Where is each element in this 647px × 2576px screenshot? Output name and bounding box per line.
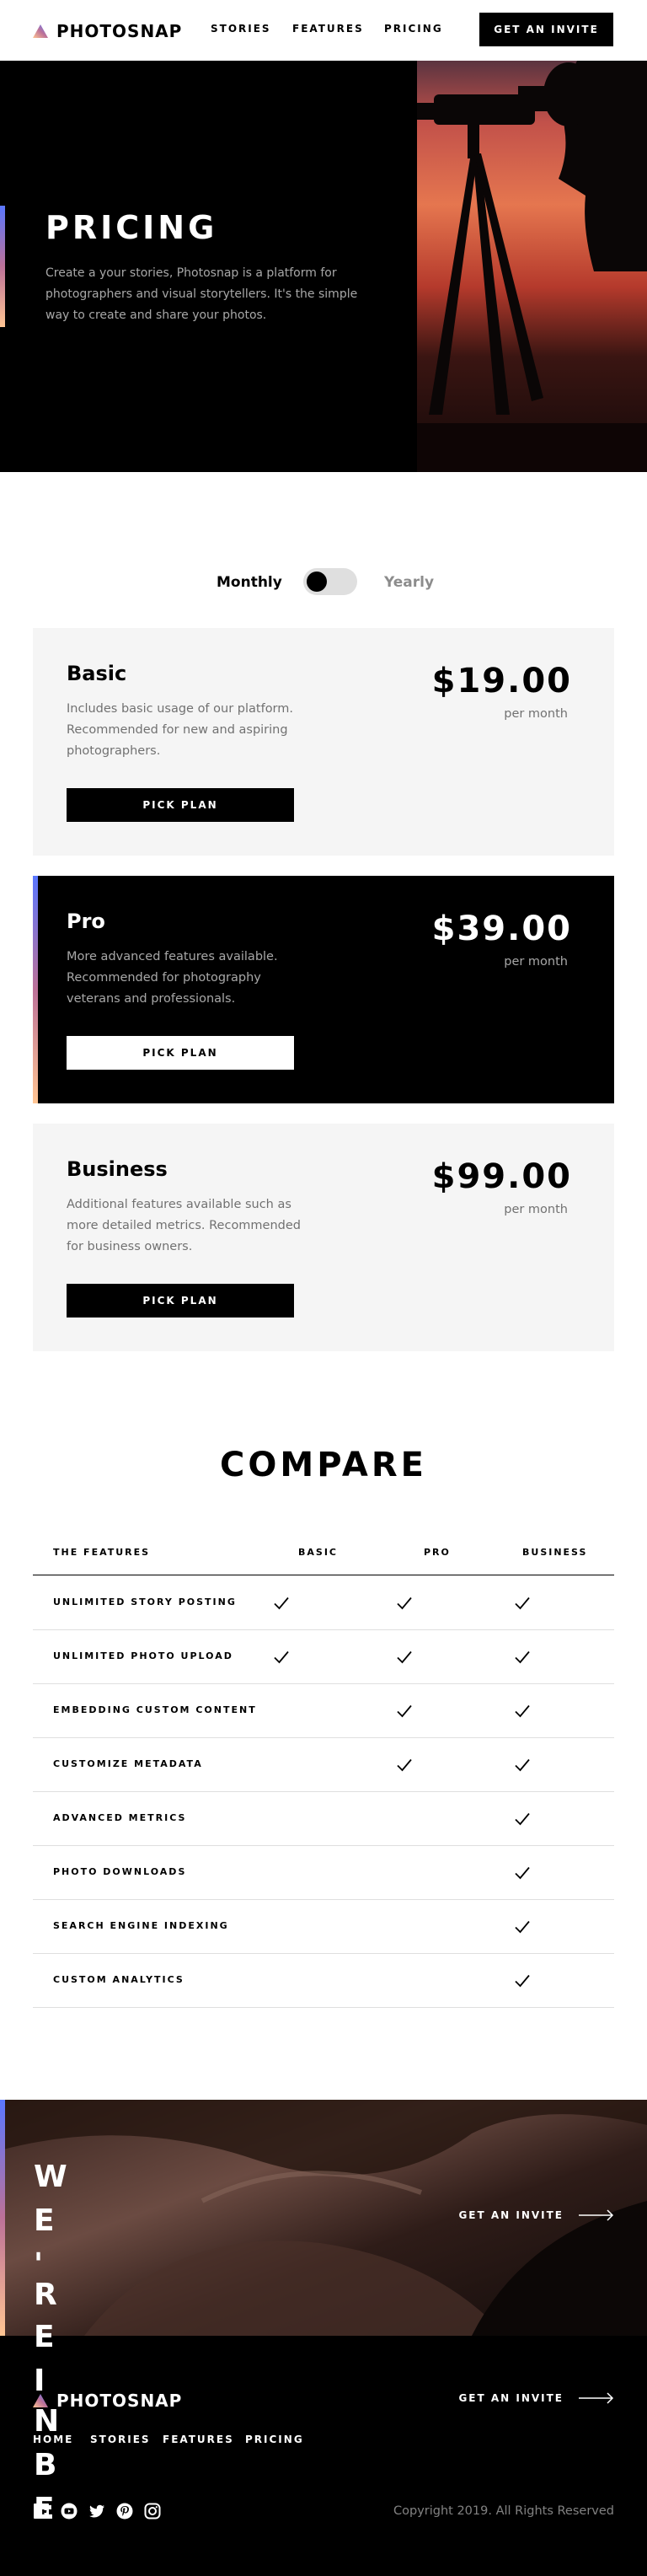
billing-monthly-label[interactable]: Monthly	[217, 574, 282, 591]
footer-get-invite-link[interactable]: GET AN INVITE	[458, 2392, 614, 2404]
hero-description: Create a your stories, Photosnap is a pl…	[45, 266, 358, 322]
beta-heading-letter: I	[34, 2364, 45, 2398]
plan-period: per month	[504, 1203, 568, 1216]
brand-name: PHOTOSNAP	[56, 21, 183, 41]
beta-heading-letter: E	[34, 2492, 55, 2526]
check-icon	[271, 1593, 291, 1613]
footer-link-pricing[interactable]: PRICING	[245, 2434, 304, 2445]
feature-name: EMBEDDING CUSTOM CONTENT	[53, 1704, 257, 1715]
beta-heading-letter: '	[34, 2247, 44, 2282]
plan-description: Additional features available such as mo…	[67, 1198, 301, 1253]
column-header-pro: PRO	[424, 1547, 451, 1558]
nav-link-features[interactable]: FEATURES	[292, 23, 364, 35]
column-header-features: THE FEATURES	[53, 1547, 151, 1558]
check-icon	[394, 1647, 414, 1667]
footer-get-invite-label: GET AN INVITE	[458, 2392, 564, 2404]
youtube-icon[interactable]	[61, 2503, 78, 2520]
plan-name: Basic	[67, 662, 127, 685]
feature-name: CUSTOM ANALYTICS	[53, 1974, 184, 1985]
compare-title: COMPARE	[220, 1446, 427, 1484]
plan-price: $19.00	[431, 662, 572, 700]
site-footer: PHOTOSNAP HOME STORIES FEATURES PRICING …	[0, 2336, 647, 2576]
plan-price: $99.00	[431, 1157, 572, 1196]
compare-table-header: THE FEATURES BASIC PRO BUSINESS	[33, 1537, 614, 1575]
table-row: UNLIMITED STORY POSTING	[33, 1576, 614, 1630]
page-title: PRICING	[45, 209, 218, 246]
billing-toggle-switch[interactable]	[303, 568, 357, 595]
arrow-right-icon	[579, 2392, 614, 2404]
table-row: UNLIMITED PHOTO UPLOAD	[33, 1630, 614, 1684]
beta-get-invite-link[interactable]: GET AN INVITE	[458, 2209, 614, 2221]
beta-banner: GET AN INVITE	[0, 2100, 647, 2336]
table-row: EMBEDDING CUSTOM CONTENT	[33, 1684, 614, 1738]
table-row: PHOTO DOWNLOADS	[33, 1846, 614, 1900]
beta-heading-letter: E	[34, 2203, 55, 2238]
beta-heading-letter: R	[34, 2278, 57, 2312]
check-icon	[512, 1755, 532, 1775]
plan-description: Includes basic usage of our platform. Re…	[67, 702, 294, 758]
pick-plan-button[interactable]: PICK PLAN	[67, 1036, 294, 1070]
get-invite-button[interactable]: GET AN INVITE	[479, 13, 613, 46]
instagram-icon[interactable]	[144, 2503, 161, 2520]
plan-period: per month	[504, 955, 568, 969]
column-header-basic: BASIC	[298, 1547, 338, 1558]
check-icon	[512, 1809, 532, 1829]
beta-get-invite-label: GET AN INVITE	[458, 2209, 564, 2221]
toggle-knob	[307, 572, 327, 592]
triangle-logo-icon	[33, 24, 48, 38]
twitter-icon[interactable]	[88, 2503, 105, 2520]
plan-name: Pro	[67, 910, 105, 933]
check-icon	[512, 1593, 532, 1613]
table-row: SEARCH ENGINE INDEXING	[33, 1900, 614, 1954]
check-icon	[512, 1701, 532, 1721]
copyright-text: Copyright 2019. All Rights Reserved	[393, 2504, 614, 2518]
plan-accent-bar	[33, 876, 38, 1103]
check-icon	[394, 1701, 414, 1721]
check-icon	[271, 1647, 291, 1667]
arrow-right-icon	[579, 2209, 614, 2221]
beta-accent-bar	[0, 2100, 5, 2336]
plan-card-basic: Basic Includes basic usage of our platfo…	[33, 628, 614, 856]
pick-plan-button[interactable]: PICK PLAN	[67, 1284, 294, 1318]
feature-name: ADVANCED METRICS	[53, 1812, 187, 1823]
feature-name: SEARCH ENGINE INDEXING	[53, 1920, 229, 1931]
table-row: ADVANCED METRICS	[33, 1792, 614, 1846]
footer-link-features[interactable]: FEATURES	[163, 2434, 234, 2445]
check-icon	[512, 1971, 532, 1991]
top-navigation: PHOTOSNAP STORIES FEATURES PRICING GET A…	[0, 0, 647, 61]
plan-card-business: Business Additional features available s…	[33, 1124, 614, 1351]
beta-heading-letter: E	[34, 2320, 55, 2354]
footer-link-stories[interactable]: STORIES	[90, 2434, 151, 2445]
pinterest-icon[interactable]	[116, 2503, 133, 2520]
feature-name: UNLIMITED STORY POSTING	[53, 1597, 237, 1607]
table-row: CUSTOMIZE METADATA	[33, 1738, 614, 1792]
beta-heading-letter: W	[34, 2160, 67, 2194]
beta-heading-letter: N	[34, 2404, 60, 2439]
pick-plan-button[interactable]: PICK PLAN	[67, 788, 294, 822]
brand-logo[interactable]: PHOTOSNAP	[33, 21, 182, 41]
hero-accent-bar	[0, 206, 5, 327]
beta-heading-letter: B	[34, 2448, 57, 2482]
check-icon	[394, 1593, 414, 1613]
check-icon	[394, 1755, 414, 1775]
feature-name: UNLIMITED PHOTO UPLOAD	[53, 1650, 233, 1661]
nav-link-pricing[interactable]: PRICING	[384, 23, 443, 35]
check-icon	[512, 1863, 532, 1883]
feature-name: CUSTOMIZE METADATA	[53, 1758, 203, 1769]
plan-card-pro: Pro More advanced features available. Re…	[33, 876, 614, 1103]
footer-brand-name: PHOTOSNAP	[56, 2391, 183, 2411]
hero-photographer-image	[417, 61, 647, 472]
plan-price: $39.00	[431, 910, 572, 948]
table-row: CUSTOM ANALYTICS	[33, 1954, 614, 2008]
plan-period: per month	[504, 707, 568, 721]
check-icon	[512, 1917, 532, 1937]
nav-link-stories[interactable]: STORIES	[211, 23, 271, 35]
hero-section: PRICING Create a your stories, Photosnap…	[0, 61, 647, 472]
plan-description: More advanced features available. Recomm…	[67, 950, 278, 1006]
plan-name: Business	[67, 1157, 168, 1181]
feature-name: PHOTO DOWNLOADS	[53, 1866, 187, 1877]
column-header-business: BUSINESS	[522, 1547, 588, 1558]
check-icon	[512, 1647, 532, 1667]
billing-yearly-label[interactable]: Yearly	[384, 574, 434, 591]
